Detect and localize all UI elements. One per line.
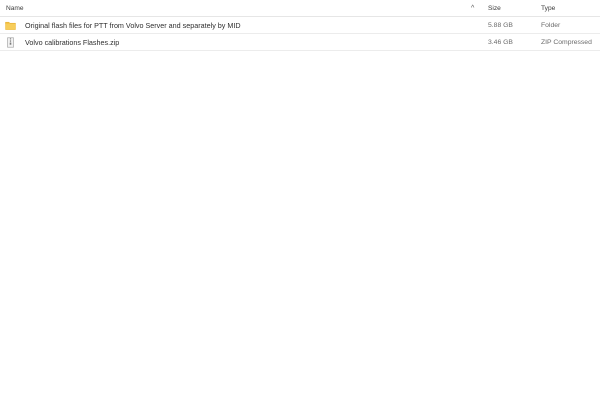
list-item-folder[interactable]: Original flash files for PTT from Volvo … xyxy=(0,17,600,34)
file-type: Folder xyxy=(541,22,561,29)
file-size: 3.46 GB xyxy=(488,39,513,46)
column-header-size[interactable]: Size xyxy=(488,0,501,17)
list-item-zip[interactable]: Volvo calibrations Flashes.zip 3.46 GB Z… xyxy=(0,34,600,51)
column-header-type[interactable]: Type xyxy=(541,0,555,17)
column-header-name[interactable]: Name xyxy=(6,0,24,17)
file-size: 5.88 GB xyxy=(488,22,513,29)
column-header-row: Name ^ Size Type xyxy=(0,0,600,17)
zip-file-icon xyxy=(5,37,16,48)
file-type: ZIP Compressed xyxy=(541,39,592,46)
file-list: Name ^ Size Type Original flash files fo… xyxy=(0,0,600,414)
chevron-up-icon[interactable]: ^ xyxy=(471,0,474,17)
file-name[interactable]: Original flash files for PTT from Volvo … xyxy=(25,17,241,34)
folder-icon xyxy=(5,20,16,31)
file-name[interactable]: Volvo calibrations Flashes.zip xyxy=(25,34,119,51)
